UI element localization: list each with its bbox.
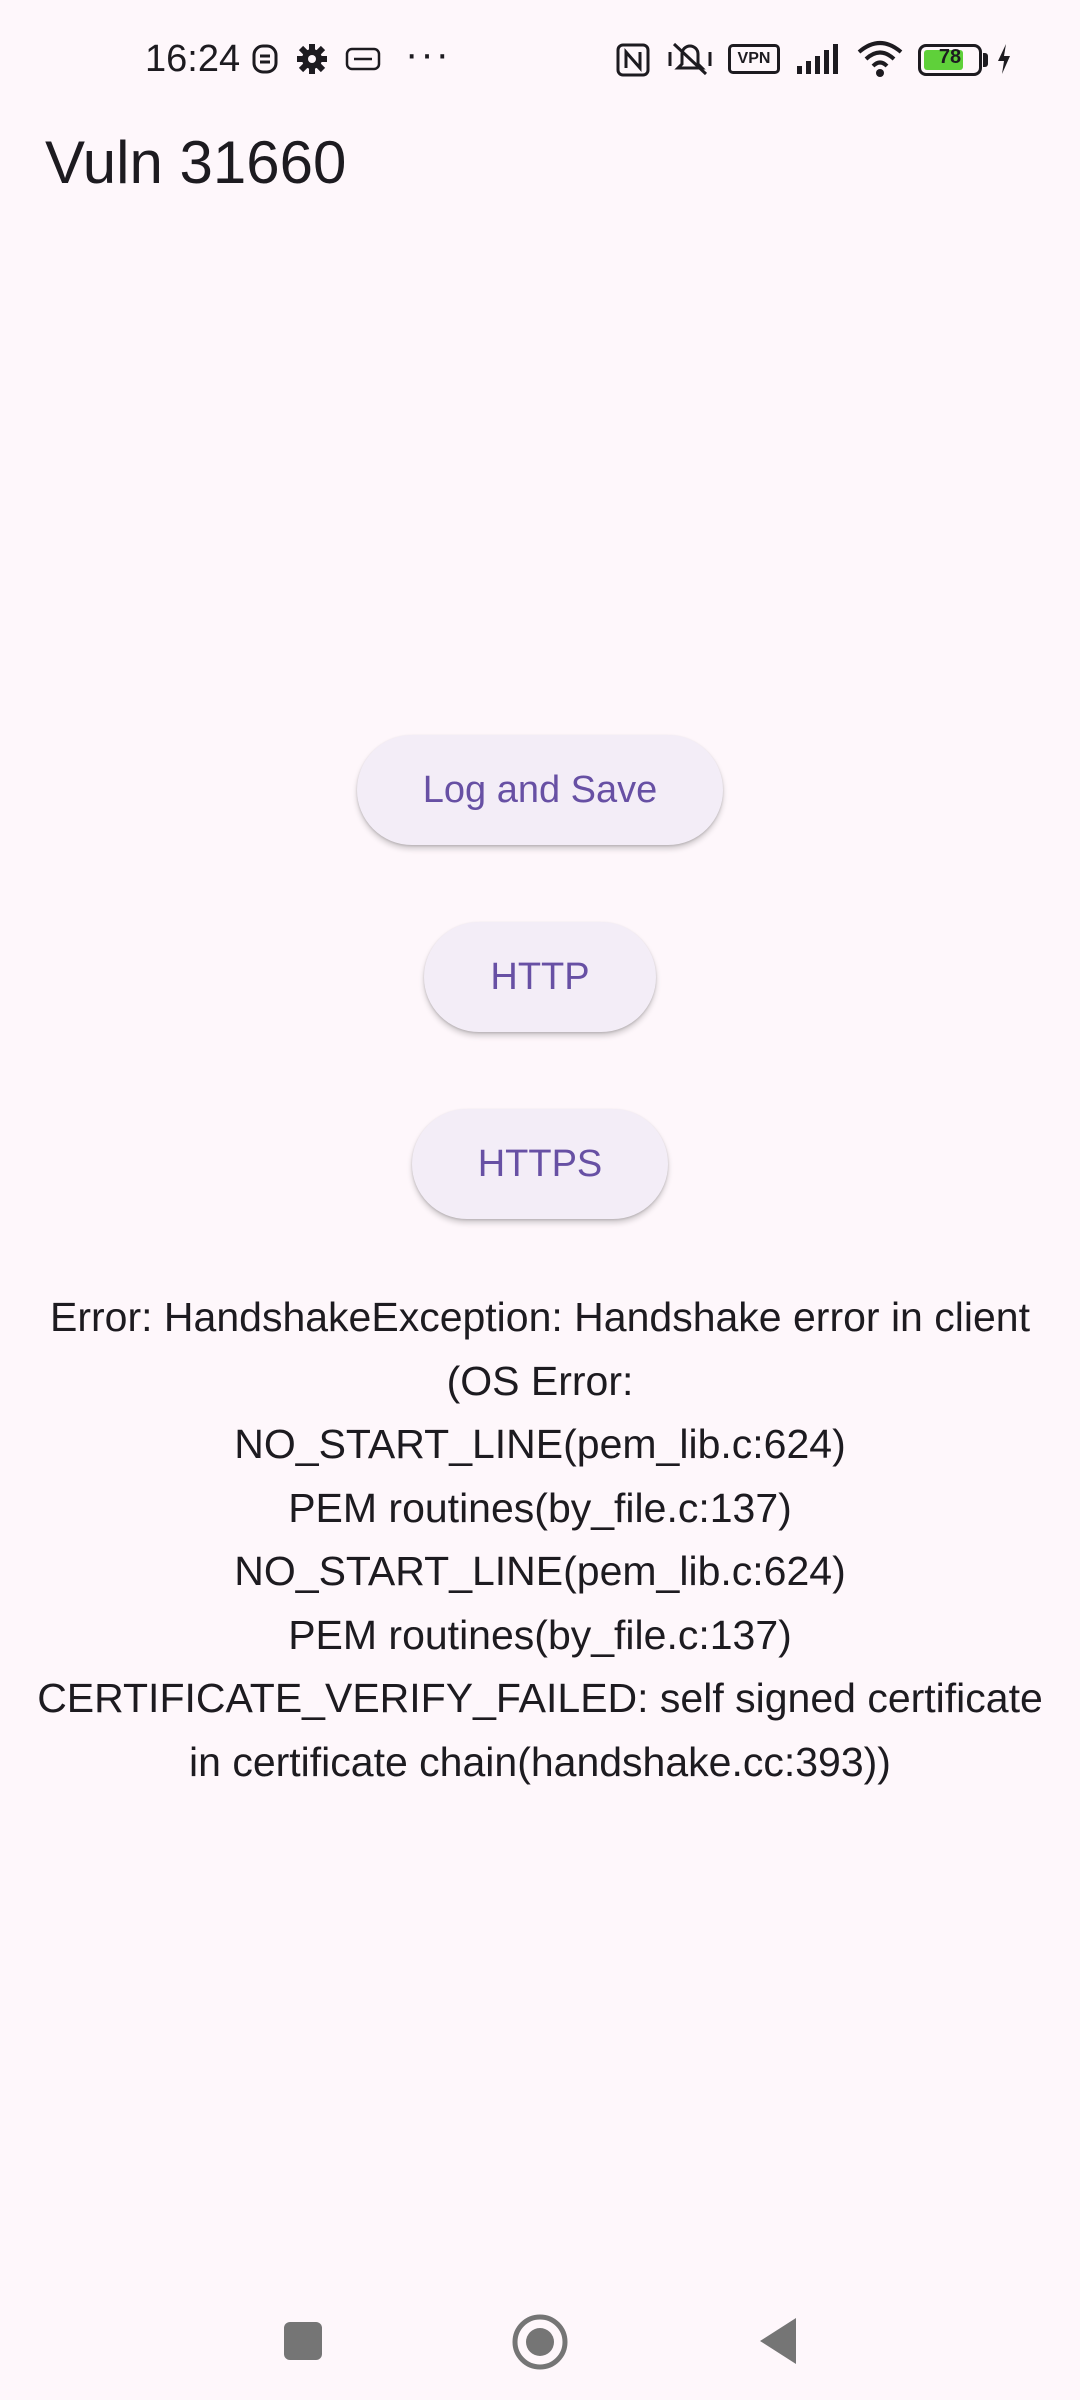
- error-line: Error: HandshakeException: Handshake err…: [50, 1294, 1030, 1340]
- home-circle-icon[interactable]: [511, 2313, 569, 2371]
- https-button[interactable]: HTTPS: [412, 1109, 668, 1219]
- status-time: 16:24: [145, 38, 241, 80]
- error-line: PEM routines(by_file.c:137): [288, 1611, 792, 1658]
- app-title: Vuln 31660: [45, 129, 347, 196]
- status-bar: 16:24 ··· VPN 78: [0, 0, 1080, 120]
- media-icon: [345, 47, 381, 71]
- more-dots-icon: ···: [405, 32, 451, 76]
- gear-icon: [297, 44, 327, 74]
- recents-square-icon[interactable]: [282, 2320, 324, 2362]
- bluetooth-face-icon: [252, 44, 278, 74]
- charging-icon: [998, 44, 1010, 74]
- error-line: (OS Error:: [446, 1357, 634, 1404]
- battery-icon: 78: [918, 44, 982, 76]
- vpn-icon: VPN: [728, 44, 780, 74]
- error-line: in certificate chain(handshake.cc:393)): [189, 1738, 891, 1785]
- battery-cap: [983, 53, 988, 67]
- nfc-icon: [616, 43, 650, 77]
- vpn-label: VPN: [737, 50, 771, 67]
- error-line: PEM routines(by_file.c:137): [288, 1484, 792, 1531]
- signal-icon: [797, 44, 838, 74]
- error-line: NO_START_LINE(pem_lib.c:624): [234, 1548, 846, 1594]
- log-and-save-button[interactable]: Log and Save: [357, 735, 723, 845]
- navigation-bar: [0, 2280, 1080, 2400]
- error-message: Error: HandshakeException: Handshake err…: [0, 1286, 1080, 1794]
- error-line: CERTIFICATE_VERIFY_FAILED: self signed c…: [37, 1675, 1043, 1721]
- error-line: NO_START_LINE(pem_lib.c:624): [234, 1421, 846, 1467]
- http-button[interactable]: HTTP: [424, 922, 656, 1032]
- mute-icon: [668, 42, 712, 76]
- wifi-icon: [857, 41, 903, 77]
- back-triangle-icon[interactable]: [756, 2315, 800, 2367]
- battery-level: 78: [938, 46, 962, 68]
